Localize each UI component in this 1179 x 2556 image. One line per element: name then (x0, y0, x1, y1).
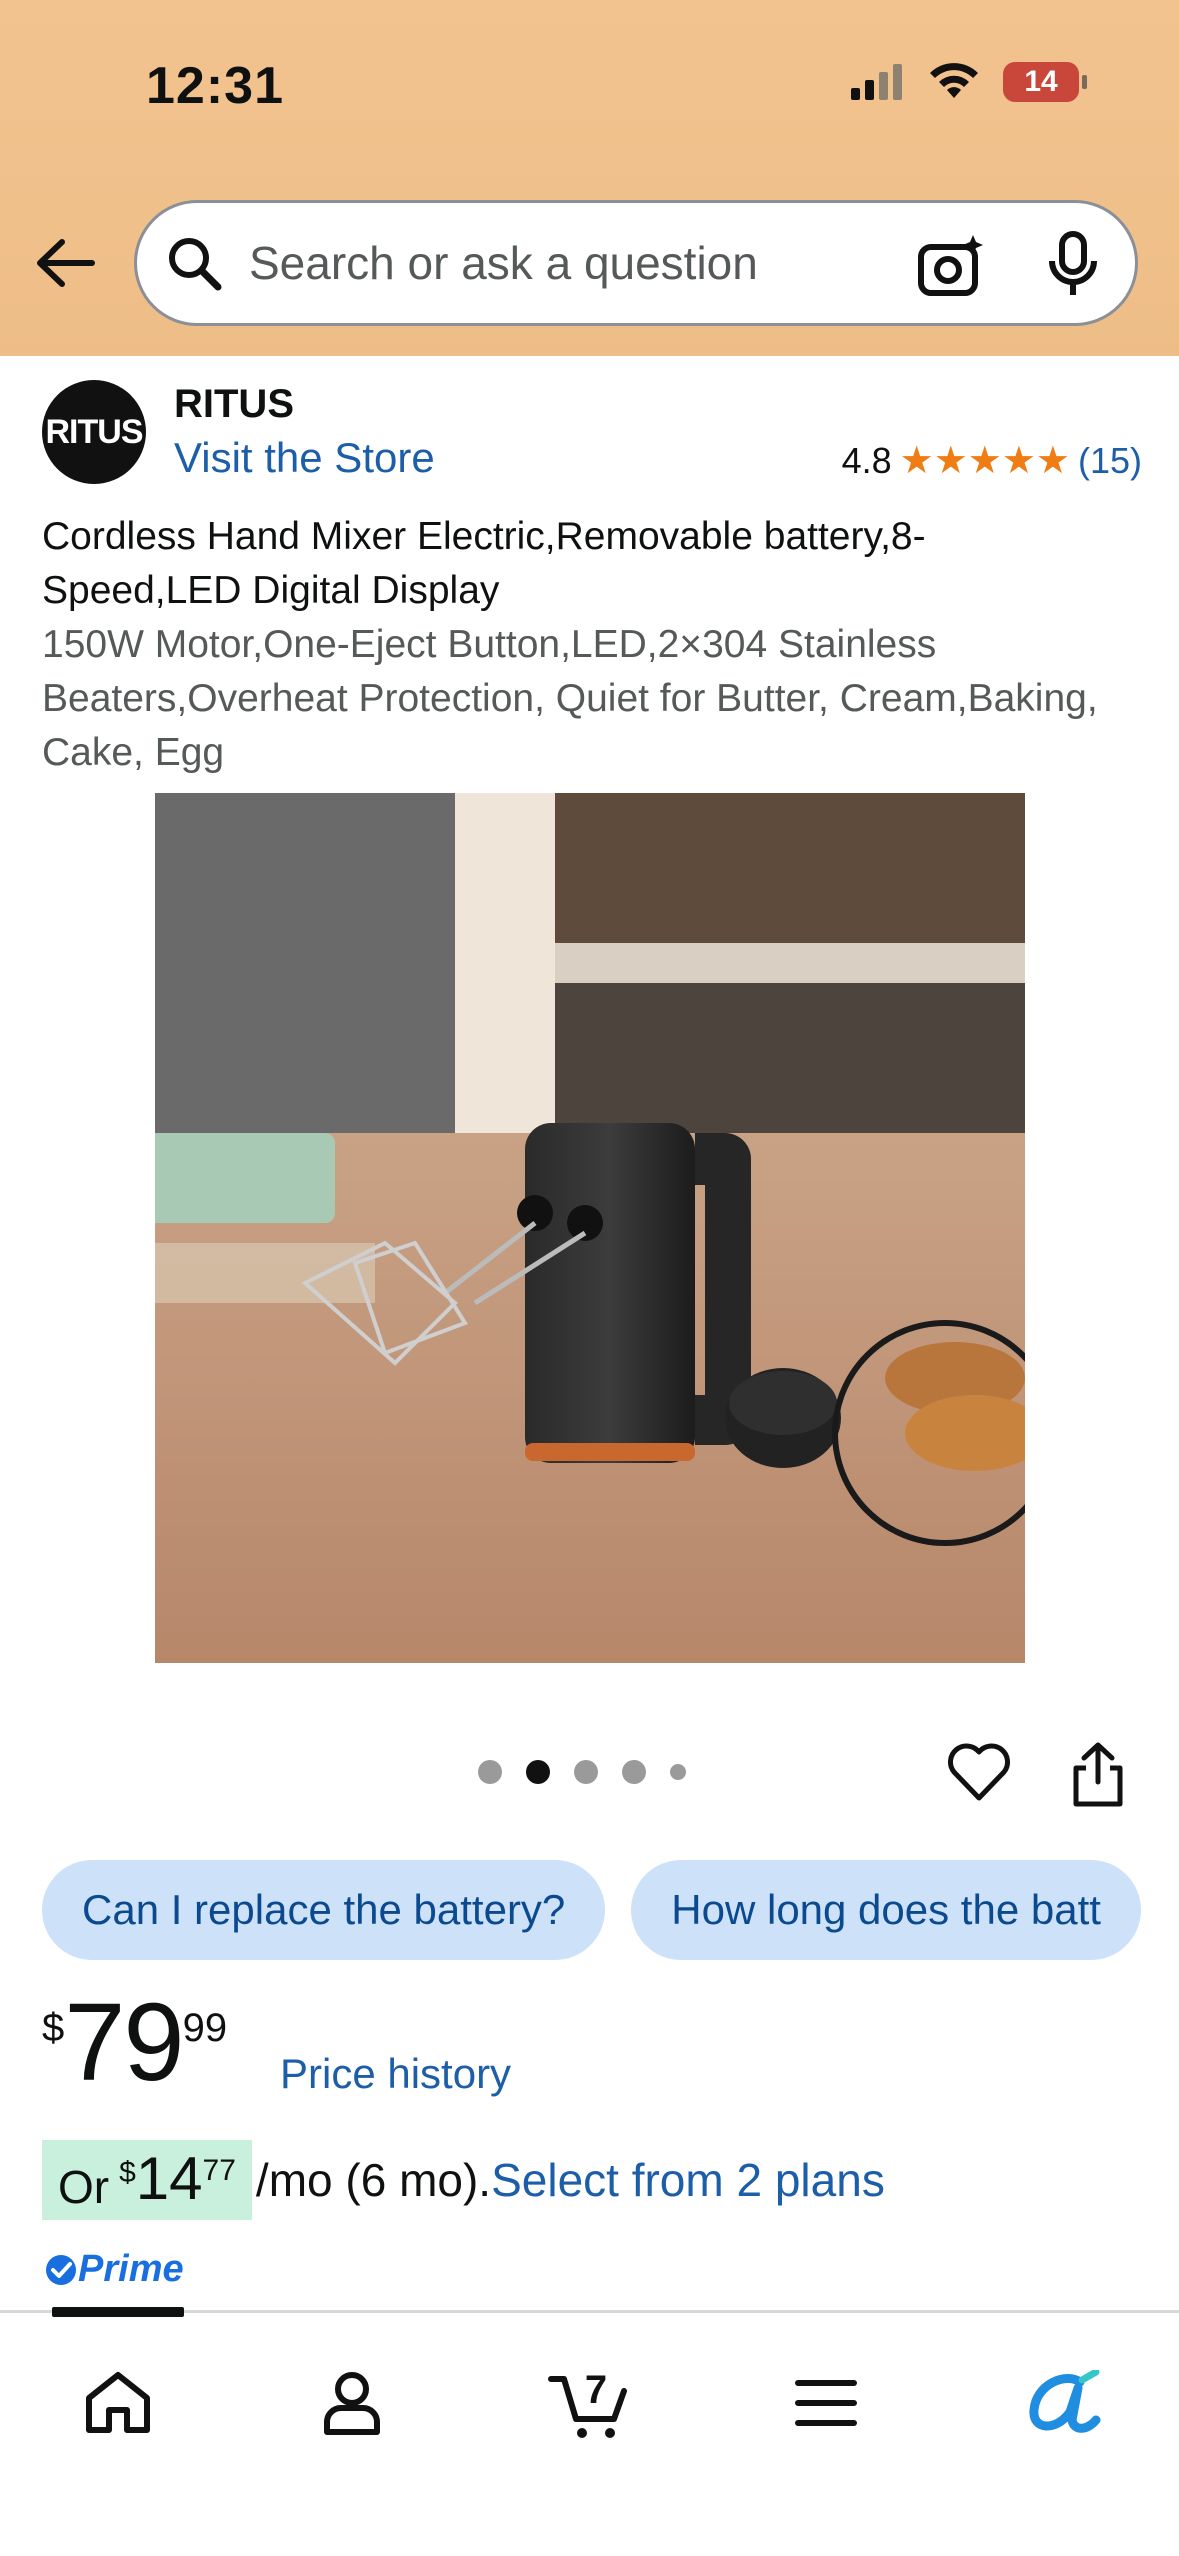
select-plans-link[interactable]: Select from 2 plans (491, 2153, 885, 2207)
visit-store-link[interactable]: Visit the Store (174, 434, 435, 482)
rating-value: 4.8 (841, 439, 892, 481)
brand-name: RITUS (174, 382, 294, 426)
tab-home[interactable] (68, 2353, 168, 2453)
back-button[interactable] (30, 228, 100, 298)
installment-price-badge: Or $ 14 77 (42, 2140, 252, 2220)
carousel-dot[interactable] (478, 1760, 502, 1784)
bottom-tab-bar: 7 (0, 2307, 1179, 2556)
question-chip[interactable]: How long does the batt (631, 1860, 1141, 1960)
battery-indicator: 14 (1003, 62, 1087, 102)
prime-label: Prime (78, 2248, 184, 2290)
installment-prefix: Or (58, 2161, 110, 2213)
search-bar[interactable] (134, 200, 1138, 326)
product-title: Cordless Hand Mixer Electric,Removable b… (42, 515, 926, 612)
status-icons: 14 (849, 62, 1087, 102)
price-whole: 79 (64, 1981, 184, 2104)
active-tab-indicator (52, 2307, 184, 2317)
camera-search-icon[interactable] (917, 233, 985, 299)
tab-account[interactable] (302, 2353, 402, 2453)
cellular-signal-icon (851, 64, 902, 100)
search-input[interactable] (247, 235, 871, 291)
status-time: 12:31 (146, 57, 284, 115)
price: $ 79 99 (42, 1988, 227, 2098)
wifi-icon (930, 63, 978, 98)
question-chip[interactable]: Can I replace the battery? (42, 1860, 606, 1960)
star-rating-icon: ★★★★★ (899, 440, 1070, 482)
microphone-icon[interactable] (1047, 231, 1099, 299)
tab-menu[interactable] (776, 2353, 876, 2453)
installment-term: /mo (6 mo). (255, 2154, 492, 2206)
tab-assistant[interactable] (1014, 2353, 1114, 2453)
installment-currency: $ (119, 2156, 136, 2189)
rufus-assistant-icon (1029, 2370, 1101, 2433)
cart-icon: 7 (548, 2368, 627, 2438)
carousel-dot[interactable] (622, 1760, 646, 1784)
hand-mixer-photo (155, 793, 1025, 1663)
installment-whole: 14 (135, 2145, 203, 2212)
menu-icon (795, 2380, 857, 2426)
user-icon (324, 2372, 380, 2435)
check-circle-icon (46, 2254, 76, 2285)
price-fraction: 99 (182, 2006, 228, 2050)
cart-count: 7 (585, 2368, 607, 2412)
arrow-left-icon (37, 239, 95, 287)
prime-badge: Prime (44, 2248, 184, 2291)
carousel-dot-active[interactable] (526, 1760, 550, 1784)
review-count: (15) (1077, 439, 1142, 481)
installment-fraction: 77 (202, 2154, 236, 2187)
rating-summary[interactable]: 4.8 ★★★★★ (15) (842, 438, 1142, 483)
price-currency: $ (42, 2006, 65, 2050)
share-icon (1073, 1742, 1123, 1807)
tab-cart[interactable]: 7 (540, 2353, 640, 2453)
home-icon (86, 2372, 150, 2433)
heart-icon (948, 1743, 1010, 1801)
product-subtitle: 150W Motor,One-Eject Button,LED,2×304 St… (42, 623, 1098, 774)
carousel-dot[interactable] (574, 1760, 598, 1784)
search-icon (169, 238, 222, 291)
installment-offer: Or $ 14 77 /mo (6 mo). Select from 2 pla… (42, 2140, 885, 2220)
price-history-link[interactable]: Price history (280, 2050, 511, 2098)
wishlist-button[interactable] (946, 1742, 1012, 1807)
share-button[interactable] (1070, 1742, 1126, 1813)
store-row: RITUS RITUS Visit the Store 4.8 ★★★★★ (1… (42, 380, 1142, 490)
image-carousel-dots[interactable] (478, 1760, 686, 1784)
product-image[interactable] (155, 793, 1025, 1663)
store-logo[interactable]: RITUS (42, 380, 146, 484)
question-chips: Can I replace the battery? How long does… (42, 1860, 1141, 1960)
top-header: 12:31 14 (0, 0, 1179, 356)
carousel-dot[interactable] (670, 1764, 686, 1780)
